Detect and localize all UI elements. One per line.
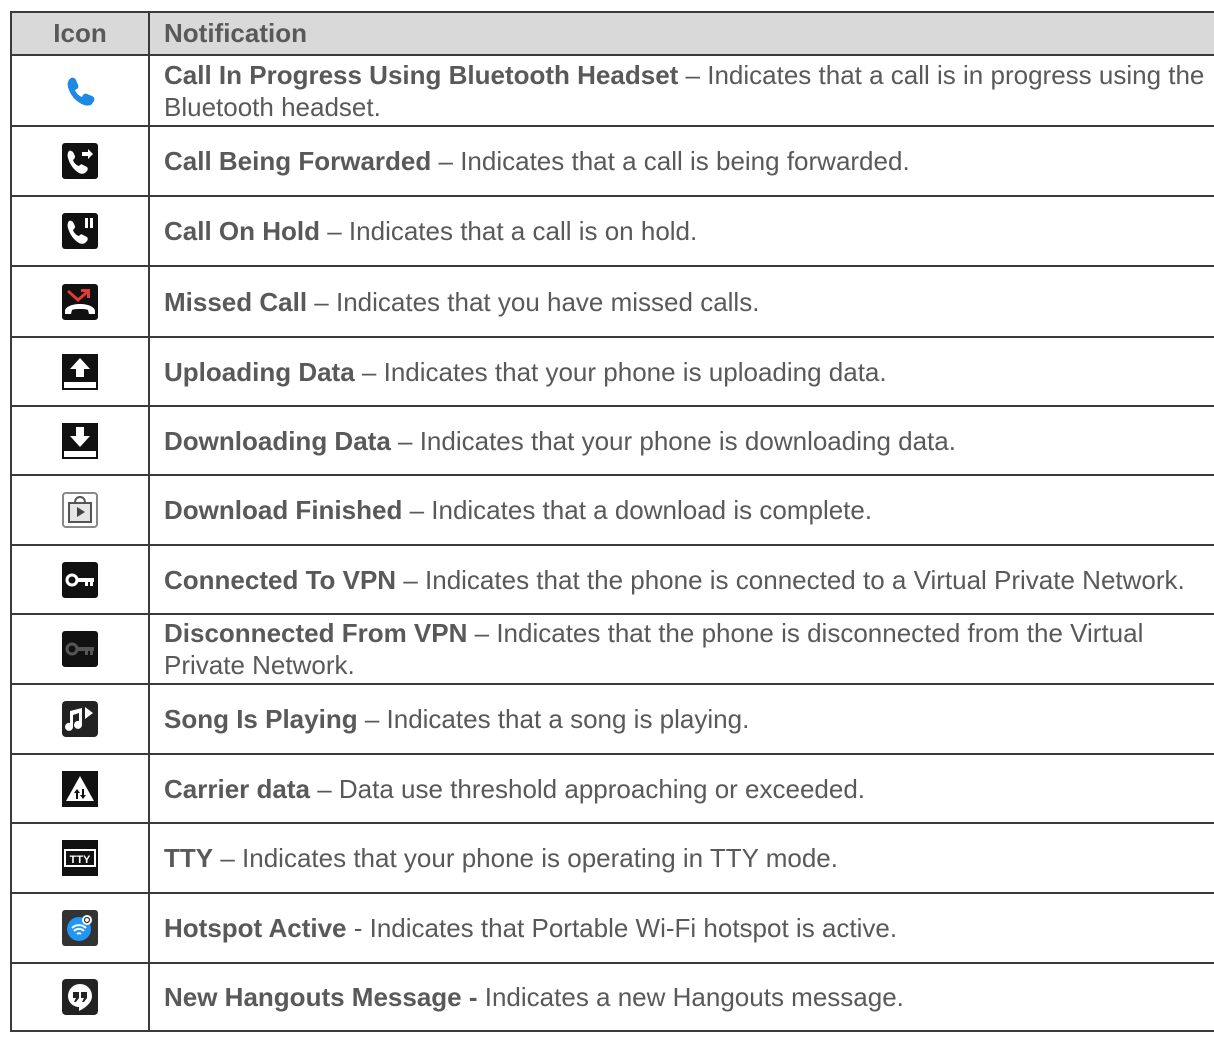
row-sep: – [678,59,708,90]
table-row: Missed Call – Indicates that you have mi… [10,265,1214,338]
svg-text:TTY: TTY [70,854,91,866]
row-sep: – [431,146,461,176]
table-row: Song Is Playing – Indicates that a song … [10,683,1214,755]
table-row: Disconnected From VPN – Indicates that t… [10,613,1214,685]
row-desc: Indicates a new Hangouts message. [484,982,904,1012]
row-sep: – [357,704,387,734]
row-desc: Indicates that a call is being forwarded… [460,146,910,176]
table-row: Call Being Forwarded – Indicates that a … [10,125,1214,197]
row-desc: Indicates that the phone is connected to… [425,564,1185,595]
table-row: Carrier data – Data use threshold approa… [10,753,1214,824]
bluetooth-call-icon [62,73,98,109]
row-desc: Data use threshold approaching or exceed… [338,773,866,804]
table-row: Call On Hold – Indicates that a call is … [10,195,1214,267]
table-row: TTY TTY – Indicates that your phone is o… [10,822,1214,894]
row-title: New Hangouts Message - [164,982,478,1012]
row-sep: – [309,773,339,804]
row-title: Call In Progress Using Bluetooth Headset [164,59,679,90]
call-forward-icon [62,143,98,179]
header-notification: Notification [148,11,1214,56]
table-row: Downloading Data – Indicates that your p… [10,405,1214,476]
row-desc: Indicates that your phone is uploading d… [383,356,887,387]
row-sep: – [402,495,432,525]
table-row: Hotspot Active - Indicates that Portable… [10,892,1214,964]
row-sep: – [390,425,420,456]
table-row: Download Finished – Indicates that a dow… [10,474,1214,546]
row-title: Uploading Data [164,356,355,387]
row-desc: Indicates that a download is complete. [431,495,873,525]
vpn-connected-icon [62,561,98,598]
row-sep: – [307,286,336,317]
notification-icons-table: Icon Notification Call In Progress Using… [10,11,1214,1032]
download-icon [62,422,98,459]
row-sep: – [213,843,243,873]
row-desc: Indicates that your phone is operating i… [242,843,838,873]
row-sep: - [346,913,370,943]
table-row: Connected To VPN – Indicates that the ph… [10,544,1214,615]
download-finished-icon [62,492,98,528]
hotspot-icon [62,910,98,946]
row-title: Call Being Forwarded [164,146,432,176]
row-sep: – [320,216,349,246]
row-sep: – [467,618,497,648]
carrier-data-icon [62,770,98,807]
missed-call-icon [62,283,98,320]
row-title: Connected To VPN [164,564,397,595]
vpn-disconnected-icon [62,631,98,667]
row-title: Downloading Data [164,425,391,456]
row-title: TTY [164,843,214,873]
row-title: Download Finished [164,495,403,525]
row-desc: Indicates that your phone is downloading… [419,425,956,456]
upload-icon [62,353,98,390]
table-row: New Hangouts Message - Indicates a new H… [10,962,1214,1032]
table-row: Call In Progress Using Bluetooth Headset… [10,54,1214,127]
row-title: Disconnected From VPN [164,618,468,648]
row-desc: Indicates that a call is on hold. [348,216,698,246]
row-sep [478,982,485,1012]
row-sep: – [354,356,384,387]
row-title: Missed Call [164,286,308,317]
row-sep: – [396,564,426,595]
hangouts-icon [62,979,98,1015]
song-playing-icon [62,701,98,737]
table-row: Uploading Data – Indicates that your pho… [10,336,1214,407]
tty-icon: TTY [62,840,98,876]
call-hold-icon [62,213,98,249]
row-desc: Indicates that you have missed calls. [335,286,760,317]
table-header-row: Icon Notification [10,11,1214,56]
header-icon: Icon [10,11,150,56]
row-desc: Indicates that Portable Wi-Fi hotspot is… [369,913,898,943]
row-title: Hotspot Active [164,913,347,943]
row-title: Call On Hold [164,216,320,246]
row-title: Carrier data [164,773,310,804]
row-desc: Indicates that a song is playing. [386,704,750,734]
row-title: Song Is Playing [164,704,358,734]
